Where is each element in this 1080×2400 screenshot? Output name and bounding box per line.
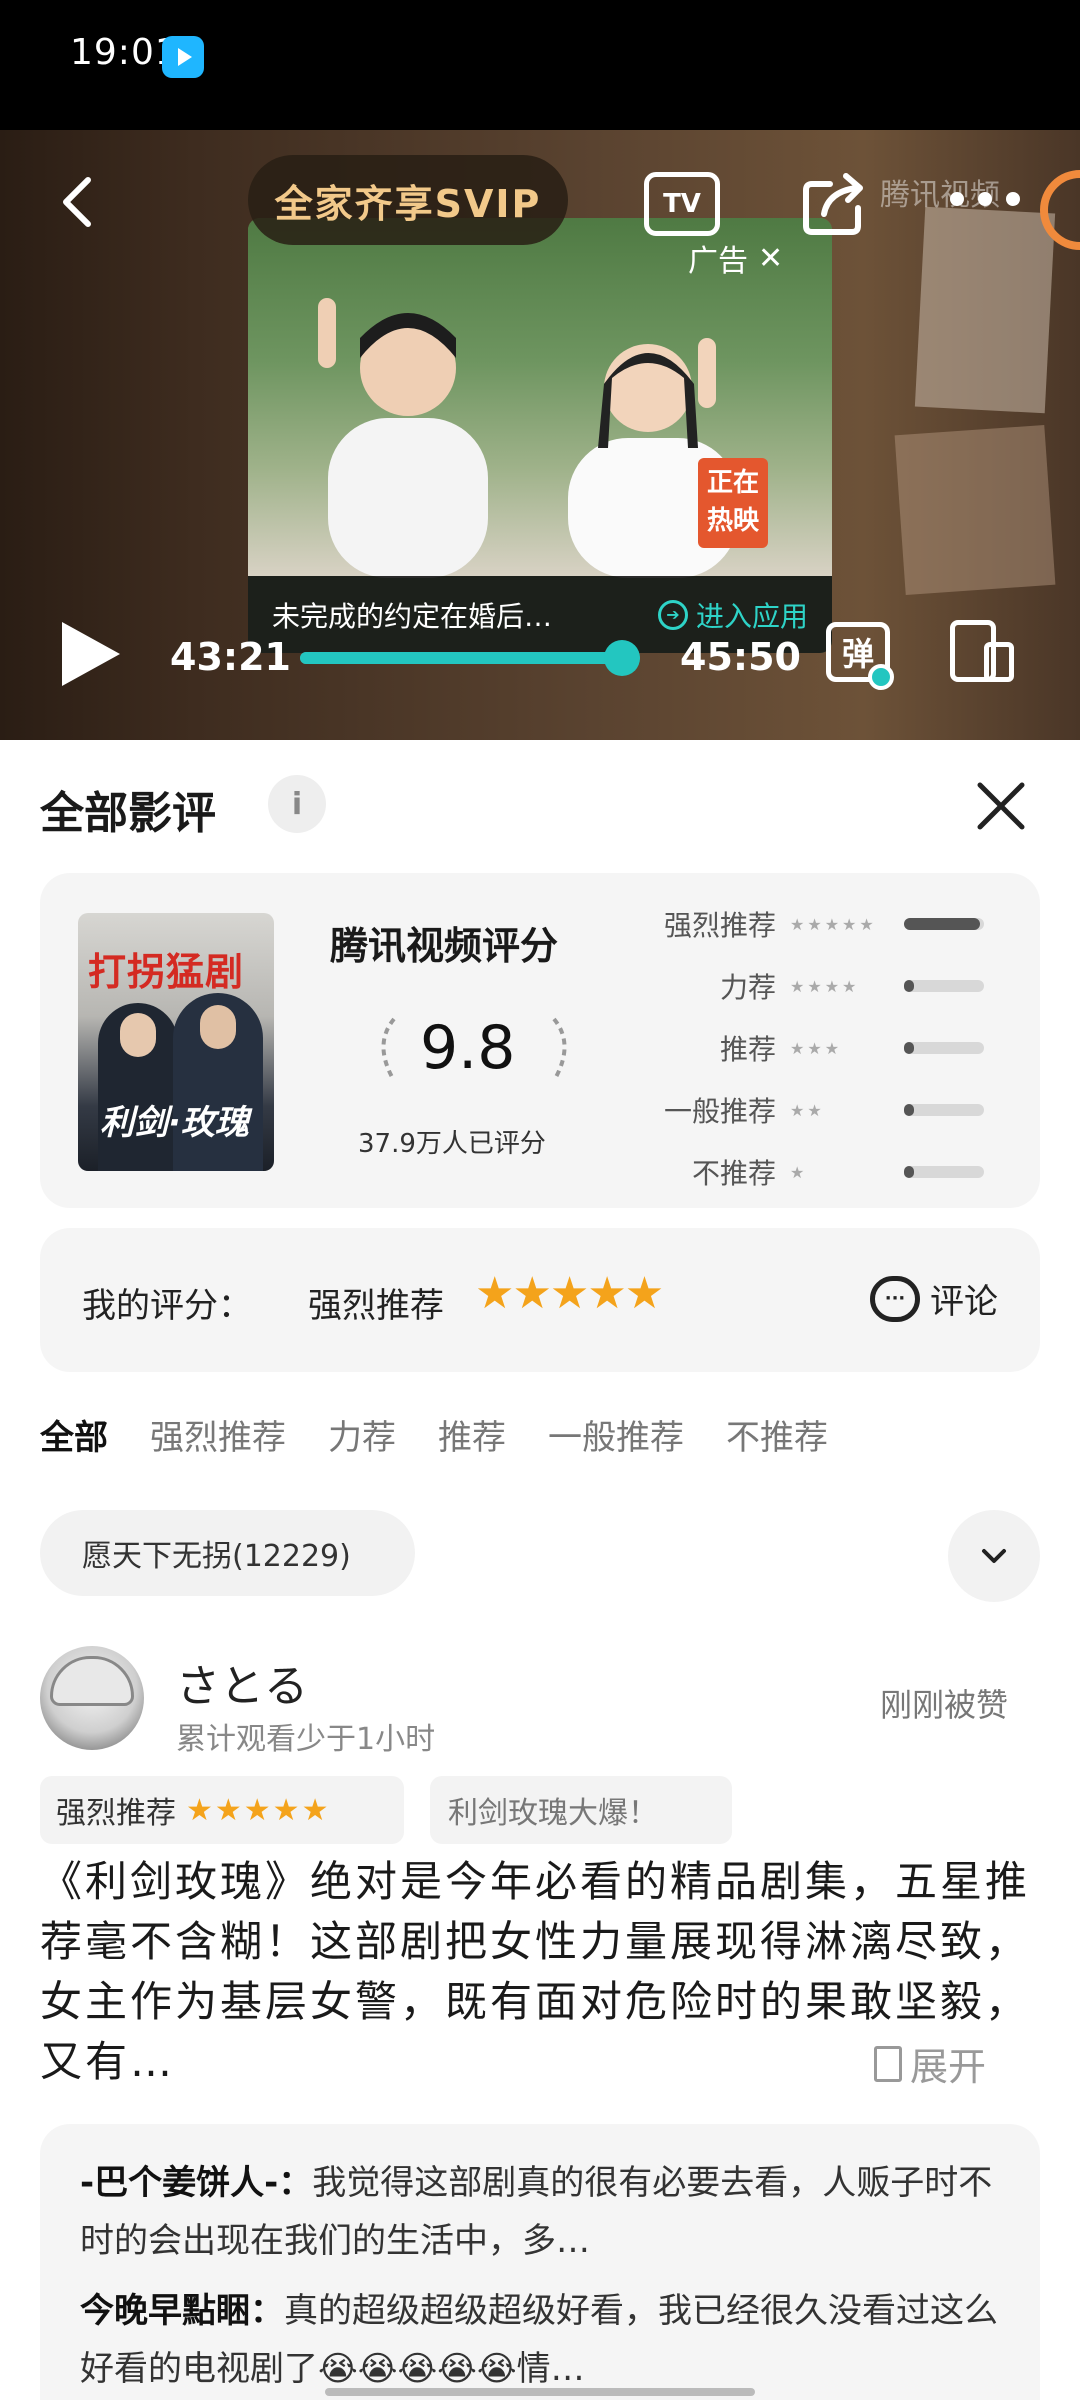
review-rating-tag: 强烈推荐 ★★★★★ — [40, 1776, 404, 1844]
filter-tabs: 全部 强烈推荐 力荐 推荐 一般推荐 不推荐 — [40, 1410, 828, 1459]
home-indicator[interactable] — [325, 2388, 755, 2396]
tv-cast-button[interactable]: TV — [644, 172, 720, 236]
comment-bubble-icon: ··· — [870, 1275, 920, 1322]
avatar[interactable] — [40, 1646, 144, 1750]
stars-icon: ★★★ — [790, 1038, 843, 1058]
reply-item[interactable]: -巴个姜饼人-：我觉得这部剧真的很有必要去看，人贩子时不时的会出现在我们的生活中… — [80, 2154, 1000, 2270]
distribution-row: 一般推荐 ★★ — [660, 1079, 1020, 1141]
progress-bar[interactable] — [300, 640, 640, 676]
tab-highly-recommend[interactable]: 力荐 — [328, 1410, 396, 1459]
info-icon[interactable]: i — [268, 775, 326, 833]
current-time: 43:21 — [170, 635, 291, 679]
rating-distribution: 强烈推荐 ★★★★★ 力荐 ★★★★ 推荐 ★★★ 一般推荐 ★★ 不推荐 ★ — [660, 893, 1020, 1203]
reply-item[interactable]: 今晚早點睏：真的超级超级超级好看，我已经很久没看过这么好看的电视剧了😭😭😭😭😭情… — [80, 2282, 1000, 2398]
ad-enter-app-button[interactable]: ➔ 进入应用 — [657, 595, 808, 635]
ad-label: 广告 ✕ — [688, 240, 784, 280]
ad-close-icon[interactable]: ✕ — [758, 241, 783, 276]
tab-recommend[interactable]: 推荐 — [438, 1410, 506, 1459]
svip-button[interactable]: 全家齐享SVIP — [248, 155, 568, 245]
poster-tagline: 打拐猛剧 — [88, 950, 245, 994]
laurel-left-icon — [381, 1017, 396, 1078]
distribution-row: 力荐 ★★★★ — [660, 955, 1020, 1017]
score-value: 9.8 — [420, 1013, 516, 1083]
my-rating-stars[interactable]: ★★★★★ — [475, 1268, 664, 1319]
close-icon[interactable] — [970, 775, 1032, 837]
rating-summary-card: 打拐猛剧 利剑·玫瑰 腾讯视频评分 9.8 37.9万人已评分 强烈推荐 ★★★… — [40, 873, 1040, 1208]
comment-button[interactable]: ··· 评论 — [870, 1274, 998, 1323]
back-icon[interactable] — [50, 172, 110, 232]
tab-not-recommend[interactable]: 不推荐 — [726, 1410, 828, 1459]
ad-card[interactable]: 广告 ✕ 正在热映 未完成的约定在婚后… ➔ 进入应用 — [248, 218, 832, 653]
score-title: 腾讯视频评分 — [330, 924, 559, 968]
ad-caption: 未完成的约定在婚后… — [272, 599, 553, 633]
my-rating-value: 强烈推荐 — [308, 1286, 444, 1326]
tab-strongly-recommend[interactable]: 强烈推荐 — [150, 1410, 286, 1459]
background-photo — [894, 424, 1056, 596]
distribution-bar — [904, 980, 984, 992]
progress-fill — [300, 652, 622, 664]
reviews-header: 全部影评 i — [40, 775, 1040, 845]
poster-title: 利剑·玫瑰 — [100, 1103, 249, 1143]
document-icon — [874, 2045, 902, 2082]
arrow-circle-icon: ➔ — [657, 599, 688, 630]
my-rating-card[interactable]: 我的评分： 强烈推荐 ★★★★★ ··· 评论 — [40, 1228, 1040, 1372]
tencent-video-app-icon — [162, 36, 204, 78]
tab-average[interactable]: 一般推荐 — [548, 1410, 684, 1459]
more-icon[interactable] — [950, 192, 1020, 216]
review-user-meta: 累计观看少于1小时 — [176, 1722, 436, 1757]
stars-icon: ★★★★★ — [790, 914, 877, 934]
video-player[interactable]: 腾讯视频 广告 ✕ 正在热映 未完成的约定在婚后… ➔ 进入应用 全家齐享SVI… — [0, 130, 1080, 740]
stars-icon: ★★★★★ — [186, 1792, 331, 1828]
ad-image: 广告 ✕ 正在热映 — [248, 218, 832, 578]
total-time: 45:50 — [680, 635, 801, 679]
distribution-row: 不推荐 ★ — [660, 1141, 1020, 1203]
stars-icon: ★ — [790, 1162, 808, 1182]
danmu-toggle-dot — [868, 664, 894, 690]
expand-button[interactable]: 展开 — [864, 2036, 987, 2091]
my-rating-label: 我的评分： — [82, 1286, 252, 1326]
distribution-row: 推荐 ★★★ — [660, 1017, 1020, 1079]
tab-all[interactable]: 全部 — [40, 1410, 108, 1459]
distribution-bar — [904, 918, 984, 930]
distribution-bar — [904, 1166, 984, 1178]
distribution-bar — [904, 1104, 984, 1116]
status-bar: 19:01 — [0, 0, 1080, 130]
review-topic-tag[interactable]: 利剑玫瑰大爆！ — [430, 1776, 732, 1844]
rating-count: 37.9万人已评分 — [358, 1129, 546, 1159]
distribution-row: 强烈推荐 ★★★★★ — [660, 893, 1020, 955]
laurel-right-icon — [552, 1017, 567, 1078]
reply-author[interactable]: -巴个姜饼人-： — [80, 2163, 312, 2203]
review-user-name[interactable]: さとる — [176, 1650, 308, 1714]
liked-status: 刚刚被赞 — [880, 1686, 1009, 1724]
topic-chip[interactable]: 愿天下无拐(12229) — [40, 1510, 415, 1596]
rotate-screen-icon[interactable] — [950, 620, 1016, 686]
ad-now-showing-badge: 正在热映 — [698, 458, 768, 548]
stars-icon: ★★ — [790, 1100, 825, 1120]
page-title: 全部影评 — [40, 788, 216, 839]
distribution-bar — [904, 1042, 984, 1054]
play-icon[interactable] — [62, 622, 120, 686]
reply-author[interactable]: 今晚早點睏： — [80, 2291, 284, 2331]
background-photo — [914, 206, 1056, 414]
show-poster[interactable]: 打拐猛剧 利剑·玫瑰 — [78, 913, 274, 1171]
progress-thumb[interactable] — [603, 640, 640, 676]
stars-icon: ★★★★ — [790, 976, 860, 996]
replies-box[interactable]: -巴个姜饼人-：我觉得这部剧真的很有必要去看，人贩子时不时的会出现在我们的生活中… — [40, 2124, 1040, 2400]
chevron-down-icon[interactable] — [948, 1510, 1040, 1602]
share-icon[interactable] — [800, 168, 870, 238]
